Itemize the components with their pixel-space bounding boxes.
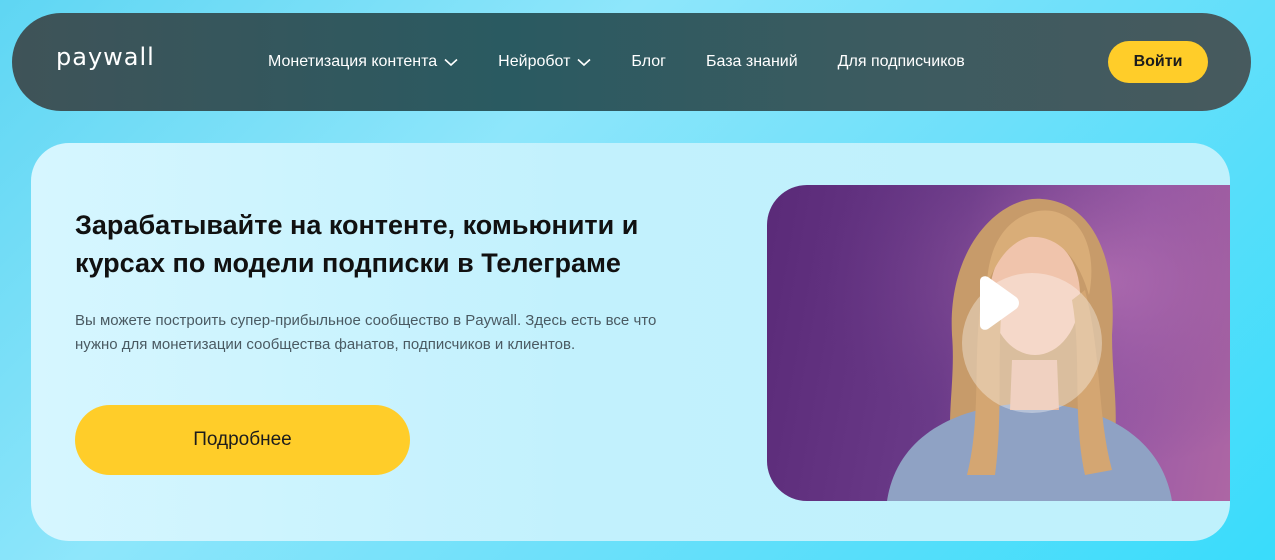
chevron-down-icon bbox=[444, 58, 458, 66]
top-navigation: paywall Монетизация контента Нейробот Бл… bbox=[12, 13, 1251, 111]
menu-item-label: Монетизация контента bbox=[268, 53, 438, 70]
menu-item-monetization[interactable]: Монетизация контента bbox=[268, 53, 458, 71]
more-button[interactable]: Подробнее bbox=[75, 405, 410, 475]
login-button[interactable]: Войти bbox=[1108, 41, 1208, 83]
menu-item-label: Нейробот bbox=[498, 53, 571, 70]
menu-item-blog[interactable]: Блог bbox=[631, 53, 666, 71]
menu-item-label: Блог bbox=[631, 53, 666, 70]
menu-item-label: Для подписчиков bbox=[837, 53, 965, 70]
hero-title: Зарабатывайте на контенте, комьюнити и к… bbox=[75, 210, 639, 278]
menu-item-neurobot[interactable]: Нейробот bbox=[498, 53, 591, 71]
play-icon bbox=[980, 276, 1019, 330]
menu-item-knowledge-base[interactable]: База знаний bbox=[706, 53, 798, 71]
chevron-down-icon bbox=[577, 58, 591, 66]
video-player[interactable] bbox=[767, 185, 1230, 501]
menu-item-for-subscribers[interactable]: Для подписчиков bbox=[838, 53, 965, 71]
logo[interactable]: paywall bbox=[56, 43, 155, 71]
play-button[interactable] bbox=[962, 273, 1102, 413]
main-menu: Монетизация контента Нейробот Блог База … bbox=[268, 13, 1005, 111]
menu-item-label: База знаний bbox=[705, 53, 798, 70]
hero-description: Вы можете построить супер-прибыльное соо… bbox=[75, 312, 657, 353]
